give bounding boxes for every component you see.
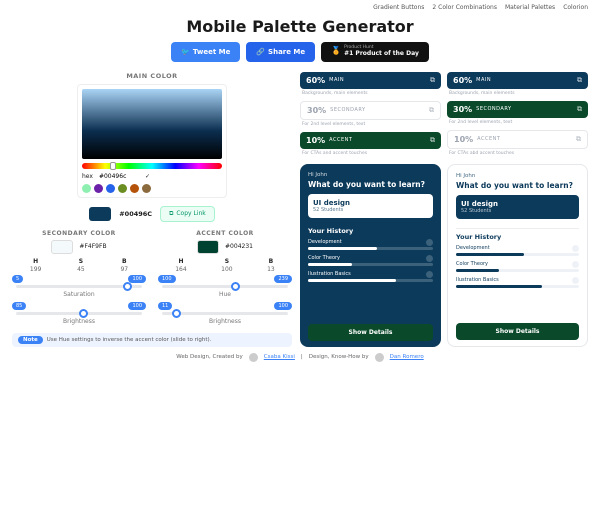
brightness-1-slider[interactable]: 85100	[16, 312, 142, 315]
nav-gradient[interactable]: Gradient Buttons	[373, 4, 424, 11]
saturation-thumb[interactable]	[123, 282, 132, 291]
nav-material[interactable]: Material Palettes	[505, 4, 555, 11]
copy-icon[interactable]: ⧉	[577, 76, 582, 85]
avatar-1	[249, 353, 258, 362]
secondary-hex: #F4F9FB	[79, 243, 106, 250]
copy-icon[interactable]: ⧉	[430, 136, 435, 145]
brightness-2-label: Brightness	[158, 318, 292, 325]
palette-desc: Backgrounds, main elements	[302, 91, 441, 96]
swatch[interactable]	[94, 184, 103, 193]
swatch[interactable]	[142, 184, 151, 193]
history-item[interactable]: Development	[456, 245, 579, 252]
hue-handle[interactable]	[110, 162, 116, 170]
swatch-row	[82, 184, 222, 193]
swatch[interactable]	[82, 184, 91, 193]
show-details-button[interactable]: Show Details	[456, 323, 579, 340]
copy-icon[interactable]: ⧉	[576, 135, 581, 144]
twitter-icon: 🐦	[181, 48, 190, 56]
share-icon: 🔗	[256, 48, 265, 56]
brightness-2-thumb[interactable]	[172, 309, 181, 318]
palette-desc: For 2nd level elements, text	[449, 120, 588, 125]
main-chip	[89, 207, 111, 221]
palette-row[interactable]: 60%MAIN⧉	[447, 72, 588, 89]
producthunt-badge[interactable]: 🏅Product Hunt#1 Product of the Day	[321, 42, 429, 62]
copy-icon[interactable]: ⧉	[430, 76, 435, 85]
brightness-1-label: Brightness	[12, 318, 146, 325]
hue-slider[interactable]: 100239	[162, 285, 288, 288]
note-badge: Note	[18, 336, 43, 344]
footer-link-1[interactable]: Csaba Kissi	[264, 354, 295, 360]
hue-label: Hue	[158, 291, 292, 298]
nav-colorion[interactable]: Colorion	[563, 4, 588, 11]
phone-preview-dark: Hi JohnWhat do you want to learn?UI desi…	[300, 164, 441, 347]
swatch[interactable]	[118, 184, 127, 193]
course-card[interactable]: UI design52 Students	[456, 195, 579, 219]
history-item[interactable]: Ilustration Basics	[308, 271, 433, 278]
copy-icon[interactable]: ⧉	[429, 106, 434, 115]
secondary-label: SECONDARY COLOR	[12, 230, 146, 237]
footer-link-2[interactable]: Dan Romero	[390, 354, 424, 360]
share-button[interactable]: 🔗Share Me	[246, 42, 315, 62]
history-item[interactable]: Ilustration Basics	[456, 277, 579, 284]
palette-desc: For 2nd level elements, text	[302, 122, 441, 127]
footer-text-1: Web Design, Created by	[176, 354, 243, 360]
palette-row[interactable]: 10%ACCENT⧉	[447, 130, 588, 149]
copy-icon: ⧉	[169, 210, 173, 218]
history-item[interactable]: Color Theory	[308, 255, 433, 262]
avatar-2	[375, 353, 384, 362]
page-title: Mobile Palette Generator	[0, 17, 600, 36]
color-gradient[interactable]	[82, 89, 222, 159]
color-picker[interactable]: hex ✓	[77, 84, 227, 198]
palette-desc: For CTAs and accent touches	[302, 151, 441, 156]
palette-row[interactable]: 30%SECONDARY⧉	[300, 101, 441, 120]
history-item[interactable]: Development	[308, 239, 433, 246]
palette-desc: Backgrounds, main elements	[449, 91, 588, 96]
accent-hex: #004231	[225, 243, 253, 250]
hue-thumb[interactable]	[231, 282, 240, 291]
medal-icon: 🏅	[331, 47, 341, 56]
palette-row[interactable]: 10%ACCENT⧉	[300, 132, 441, 149]
brightness-2-slider[interactable]: 11100	[162, 312, 288, 315]
tweet-button[interactable]: 🐦Tweet Me	[171, 42, 240, 62]
phone-preview-light: Hi JohnWhat do you want to learn?UI desi…	[447, 164, 588, 347]
accent-label: ACCENT COLOR	[158, 230, 292, 237]
check-icon: ✓	[145, 173, 150, 180]
swatch[interactable]	[130, 184, 139, 193]
copy-icon[interactable]: ⧉	[577, 105, 582, 114]
hex-input[interactable]	[99, 173, 139, 180]
note-box: NoteUse Hue settings to inverse the acce…	[12, 333, 292, 347]
copy-link-button[interactable]: ⧉Copy Link	[160, 206, 215, 222]
palette-desc: For CTAs abd accent touches	[449, 151, 588, 156]
swatch[interactable]	[106, 184, 115, 193]
show-details-button[interactable]: Show Details	[308, 324, 433, 341]
saturation-slider[interactable]: 5100	[16, 285, 142, 288]
brightness-1-thumb[interactable]	[79, 309, 88, 318]
hue-bar[interactable]	[82, 163, 222, 169]
accent-swatch	[197, 240, 219, 254]
course-card[interactable]: UI design52 Students	[308, 194, 433, 218]
nav-combos[interactable]: 2 Color Combinations	[432, 4, 497, 11]
footer-text-2: Design, Know-How by	[309, 354, 369, 360]
main-color-label: MAIN COLOR	[12, 72, 292, 80]
palette-row[interactable]: 30%SECONDARY⧉	[447, 101, 588, 118]
history-item[interactable]: Color Theory	[456, 261, 579, 268]
secondary-swatch	[51, 240, 73, 254]
hex-label: hex	[82, 173, 93, 180]
main-hex: #00496C	[119, 210, 152, 218]
palette-row[interactable]: 60%MAIN⧉	[300, 72, 441, 89]
saturation-label: Saturation	[12, 291, 146, 298]
